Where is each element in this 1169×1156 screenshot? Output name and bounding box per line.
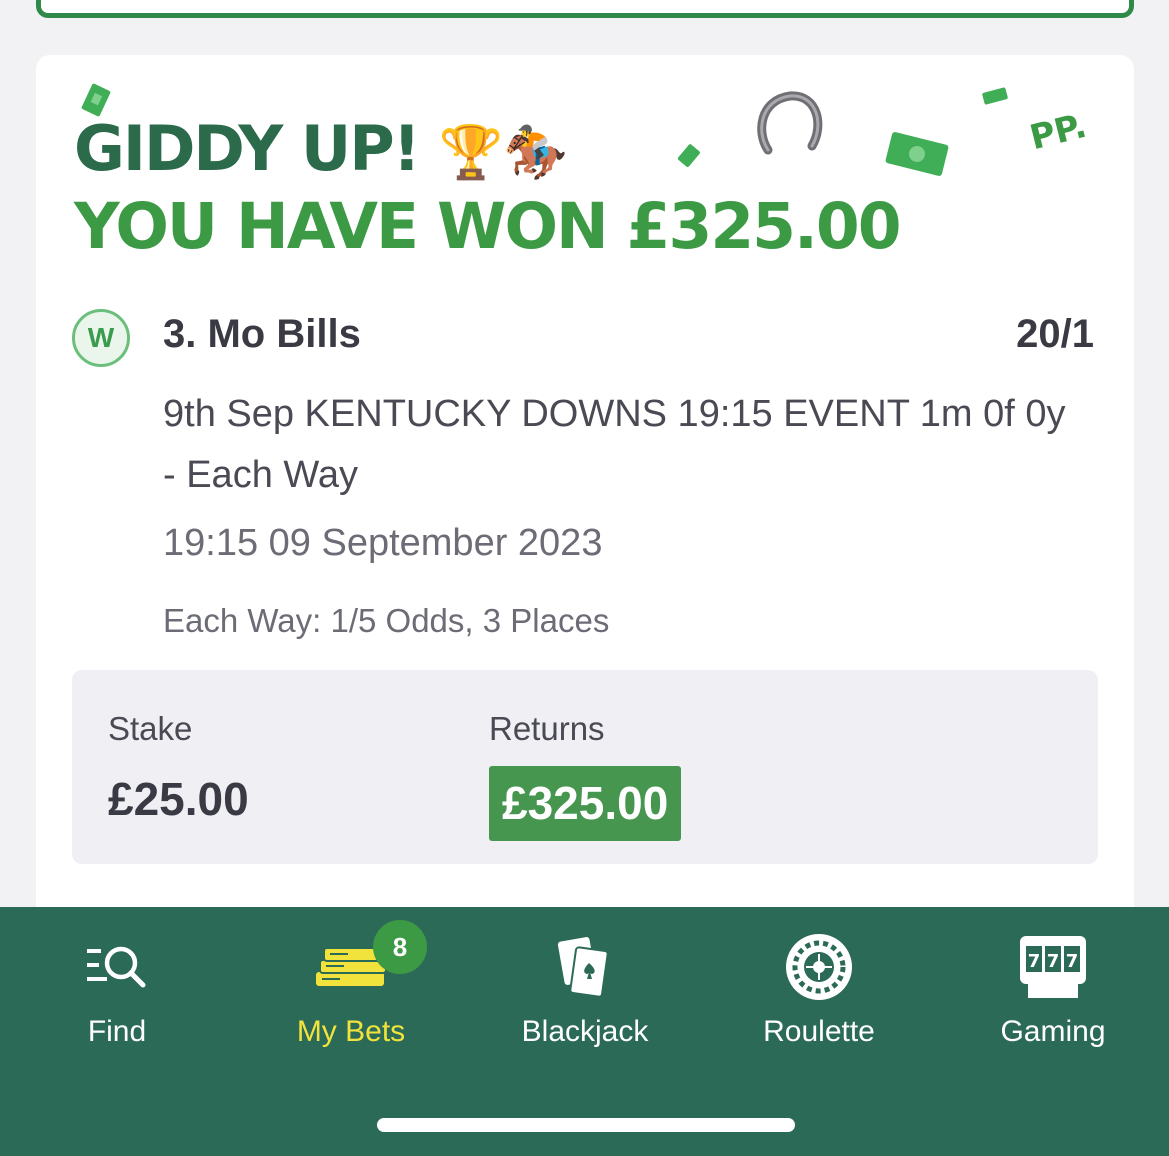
- nav-label-blackjack: Blackjack: [521, 1015, 649, 1048]
- nav-label-find: Find: [87, 1015, 147, 1048]
- money-bill-icon: [677, 144, 700, 167]
- slot-machine-icon: 7 7 7: [1013, 927, 1093, 1007]
- home-indicator[interactable]: [377, 1118, 795, 1132]
- trophy-horse-emoji: 🏆🏇: [438, 123, 569, 183]
- returns-value: £325.00: [489, 766, 682, 841]
- nav-item-my-bets[interactable]: My Bets: [234, 907, 468, 1067]
- nav-item-blackjack[interactable]: Blackjack: [468, 907, 702, 1067]
- nav-item-find[interactable]: Find: [0, 907, 234, 1067]
- stake-label: Stake: [108, 710, 193, 747]
- selection-name: 3. Mo Bills: [163, 312, 361, 356]
- win-result-badge: W: [72, 309, 130, 367]
- svg-text:7: 7: [1066, 951, 1079, 972]
- nav-label-roulette: Roulette: [763, 1015, 875, 1048]
- nav-label-gaming: Gaming: [1000, 1015, 1106, 1048]
- roulette-wheel-icon: [779, 927, 859, 1007]
- won-amount-headline: YOU HAVE WON £325.00: [74, 190, 902, 263]
- search-list-icon: [77, 927, 157, 1007]
- win-headline: GIDDY UP!: [74, 112, 421, 185]
- nav-label-my-bets: My Bets: [296, 1015, 406, 1048]
- event-time: 19:15 09 September 2023: [163, 522, 603, 564]
- svg-text:7: 7: [1028, 951, 1041, 972]
- event-description: 9th Sep KENTUCKY DOWNS 19:15 EVENT 1m 0f…: [163, 393, 1066, 496]
- money-bill-icon: [982, 87, 1008, 105]
- money-bill-icon: [885, 132, 949, 176]
- playing-cards-icon: [545, 927, 625, 1007]
- svg-text:7: 7: [1047, 951, 1060, 972]
- my-bets-count-badge: 8: [373, 920, 427, 974]
- stake-value: £25.00: [108, 773, 249, 825]
- nav-item-roulette[interactable]: Roulette: [702, 907, 936, 1067]
- selection-odds: 20/1: [1016, 312, 1094, 356]
- nav-item-gaming[interactable]: 7 7 7 Gaming: [936, 907, 1169, 1067]
- horseshoe-icon: [757, 91, 823, 155]
- previous-bet-card: [36, 0, 1134, 18]
- each-way-terms: Each Way: 1/5 Odds, 3 Places: [163, 602, 610, 639]
- returns-label: Returns: [489, 710, 605, 747]
